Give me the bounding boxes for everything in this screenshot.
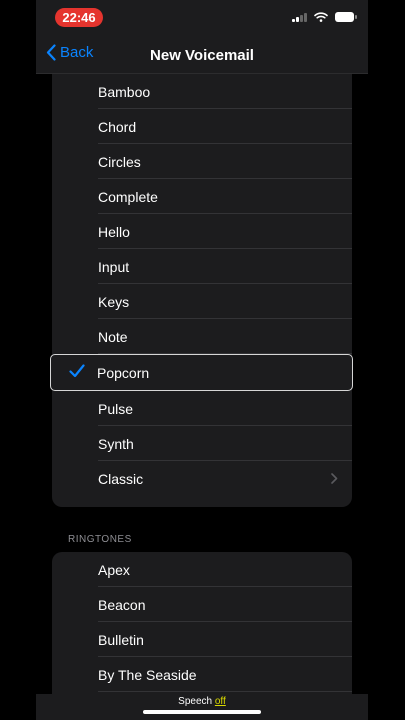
tone-label: Classic [98, 470, 144, 487]
ringtone-label: Beacon [98, 596, 146, 613]
tone-row-input[interactable]: Input [52, 249, 352, 284]
ringtone-row-beacon[interactable]: Beacon [52, 587, 352, 622]
speech-toggle[interactable]: Speech off [36, 696, 368, 707]
tone-label: Popcorn [97, 364, 150, 381]
alert-tones-group: Bamboo Chord Circles Complete Hello Inpu… [50, 74, 353, 507]
status-time[interactable]: 22:46 [55, 8, 103, 27]
checkmark-icon [69, 364, 85, 378]
ringtone-label: Apex [98, 561, 130, 578]
row-separator [98, 691, 352, 692]
page-title: New Voicemail [150, 47, 254, 64]
status-bar: 22:46 [36, 0, 368, 36]
battery-icon [335, 12, 357, 22]
tone-row-synth[interactable]: Synth [52, 426, 352, 461]
tone-label: Pulse [98, 400, 134, 417]
tone-row-hello[interactable]: Hello [52, 214, 352, 249]
ringtones-section-header: RINGTONES [68, 534, 132, 545]
tone-label: Synth [98, 435, 134, 452]
bottom-bar: Speech off [36, 694, 368, 720]
ringtones-group: Apex Beacon Bulletin By The Seaside [52, 552, 352, 694]
ringtone-label: Bulletin [98, 631, 144, 648]
tone-row-popcorn[interactable]: Popcorn [50, 354, 353, 391]
tone-label: Complete [98, 188, 158, 205]
tone-row-pulse[interactable]: Pulse [52, 391, 352, 426]
tone-label: Chord [98, 118, 137, 135]
tone-list[interactable]: Bamboo Chord Circles Complete Hello Inpu… [36, 74, 368, 694]
cellular-signal-icon [292, 12, 307, 22]
ringtone-row-apex[interactable]: Apex [52, 552, 352, 587]
tone-label: Input [98, 258, 130, 275]
ringtone-row-by-the-seaside[interactable]: By The Seaside [52, 657, 352, 692]
tone-row-circles[interactable]: Circles [52, 144, 352, 179]
tone-row-classic[interactable]: Classic [52, 461, 352, 496]
status-icons [292, 12, 357, 22]
tone-label: Bamboo [98, 83, 151, 100]
tone-row-complete[interactable]: Complete [52, 179, 352, 214]
tone-label: Hello [98, 223, 130, 240]
speech-state: off [214, 696, 226, 707]
speech-label: Speech [178, 696, 213, 707]
tone-row-note[interactable]: Note [52, 319, 352, 354]
ringtone-label: By The Seaside [98, 666, 197, 683]
home-indicator[interactable] [143, 710, 261, 714]
tone-row-keys[interactable]: Keys [52, 284, 352, 319]
ringtone-row-bulletin[interactable]: Bulletin [52, 622, 352, 657]
wifi-icon [314, 12, 328, 22]
tone-label: Circles [98, 153, 141, 170]
chevron-right-icon [331, 473, 338, 484]
phone-screen: 22:46 Back New Voicemail Bamboo Chord Ci… [36, 0, 368, 720]
navigation-bar: Back New Voicemail [36, 36, 368, 74]
tone-row-chord[interactable]: Chord [52, 109, 352, 144]
tone-label: Keys [98, 293, 130, 310]
tone-row-bamboo[interactable]: Bamboo [52, 74, 352, 109]
tone-label: Note [98, 328, 128, 345]
